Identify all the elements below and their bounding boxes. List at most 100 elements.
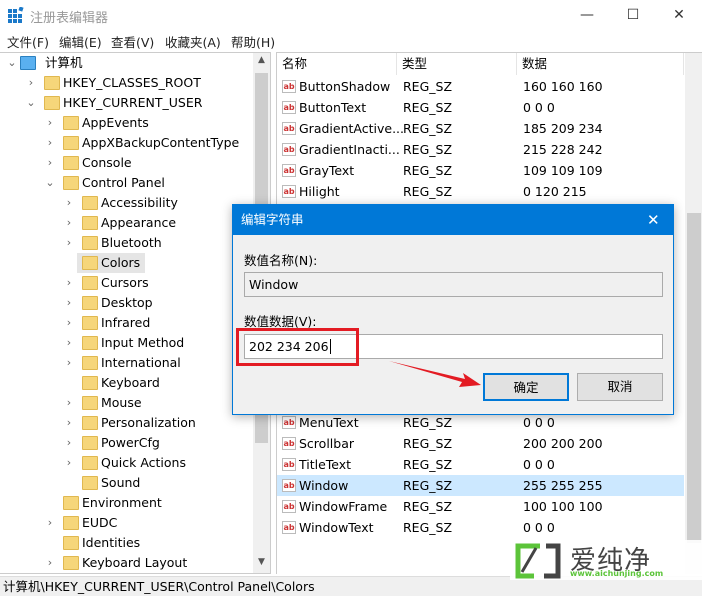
tree-item[interactable]: › PowerCfg	[0, 433, 252, 453]
cancel-button[interactable]: 取消	[577, 373, 663, 401]
folder-icon	[82, 396, 98, 410]
tree-item[interactable]: Keyboard	[0, 373, 252, 393]
menu-favorites[interactable]: 收藏夹(A)	[165, 32, 221, 51]
chevron-right-icon[interactable]: ›	[45, 113, 55, 133]
menu-edit[interactable]: 编辑(E)	[59, 32, 102, 51]
tree-item[interactable]: › International	[0, 353, 252, 373]
column-header-name[interactable]: 名称	[277, 53, 397, 75]
value-name: Window	[299, 478, 349, 493]
folder-icon	[63, 156, 79, 170]
chevron-right-icon[interactable]: ›	[64, 293, 74, 313]
ok-button[interactable]: 确定	[483, 373, 569, 401]
tree-item[interactable]: › Personalization	[0, 413, 252, 433]
edit-string-dialog: 编辑字符串 ✕ 数值名称(N): Window 数值数据(V): 202 234…	[232, 204, 674, 415]
chevron-right-icon[interactable]: ›	[64, 213, 74, 233]
value-row[interactable]: ab ButtonText REG_SZ 0 0 0	[277, 97, 684, 118]
tree-item[interactable]: › Accessibility	[0, 193, 252, 213]
value-row[interactable]: ab WindowFrame REG_SZ 100 100 100	[277, 496, 684, 517]
title-bar: 注册表编辑器 — ☐ ✕	[0, 0, 702, 30]
value-name: ButtonShadow	[299, 79, 391, 94]
column-header-data[interactable]: 数据	[517, 53, 684, 75]
maximize-button[interactable]: ☐	[610, 0, 656, 30]
menu-help[interactable]: 帮助(H)	[231, 32, 275, 51]
tree-item[interactable]: › Desktop	[0, 293, 252, 313]
folder-icon	[82, 336, 98, 350]
folder-icon	[63, 516, 79, 530]
tree-item[interactable]: › Keyboard Layout	[0, 553, 252, 573]
value-type: REG_SZ	[403, 184, 453, 199]
tree-item-label: EUDC	[82, 515, 118, 530]
tree-item[interactable]: ⌄ 计算机	[0, 53, 252, 73]
value-row[interactable]: ab Scrollbar REG_SZ 200 200 200	[277, 433, 684, 454]
tree-item-label: Quick Actions	[101, 455, 186, 470]
folder-icon	[82, 256, 98, 270]
value-row[interactable]: ab TitleText REG_SZ 0 0 0	[277, 454, 684, 475]
tree-item-label: Accessibility	[101, 195, 178, 210]
tree-item[interactable]: › Infrared	[0, 313, 252, 333]
chevron-right-icon[interactable]: ›	[45, 553, 55, 573]
value-row[interactable]: ab MenuText REG_SZ 0 0 0	[277, 412, 684, 433]
value-row[interactable]: ab Hilight REG_SZ 0 120 215	[277, 181, 684, 202]
chevron-right-icon[interactable]: ›	[26, 73, 36, 93]
tree-item[interactable]: Sound	[0, 473, 252, 493]
close-button[interactable]: ✕	[656, 0, 702, 30]
chevron-right-icon[interactable]: ›	[64, 433, 74, 453]
chevron-right-icon[interactable]: ›	[64, 393, 74, 413]
tree-item[interactable]: › Appearance	[0, 213, 252, 233]
tree-item[interactable]: › Console	[0, 153, 252, 173]
value-row[interactable]: ab GradientInacti... REG_SZ 215 228 242	[277, 139, 684, 160]
tree-item[interactable]: › AppXBackupContentType	[0, 133, 252, 153]
chevron-right-icon[interactable]: ›	[64, 453, 74, 473]
tree-item[interactable]: › HKEY_CLASSES_ROOT	[0, 73, 252, 93]
chevron-down-icon[interactable]: ⌄	[7, 53, 17, 73]
chevron-right-icon[interactable]: ›	[64, 193, 74, 213]
chevron-down-icon[interactable]: ⌄	[45, 173, 55, 193]
value-row[interactable]: ab GrayText REG_SZ 109 109 109	[277, 160, 684, 181]
list-scrollbar[interactable]	[685, 53, 702, 574]
tree-item[interactable]: Colors	[77, 253, 145, 273]
chevron-right-icon[interactable]: ›	[45, 133, 55, 153]
chevron-right-icon[interactable]: ›	[64, 353, 74, 373]
value-row[interactable]: ab GradientActive... REG_SZ 185 209 234	[277, 118, 684, 139]
tree-item[interactable]: ⌄ Control Panel	[0, 173, 252, 193]
tree-item[interactable]: ⌄ HKEY_CURRENT_USER	[0, 93, 252, 113]
tree-item[interactable]: › Mouse	[0, 393, 252, 413]
chevron-right-icon[interactable]: ›	[45, 153, 55, 173]
tree-item[interactable]: › AppEvents	[0, 113, 252, 133]
minimize-button[interactable]: —	[564, 0, 610, 30]
chevron-right-icon[interactable]: ›	[64, 233, 74, 253]
scroll-up-icon[interactable]: ▲	[253, 55, 270, 65]
tree-item[interactable]: › Bluetooth	[0, 233, 252, 253]
chevron-right-icon[interactable]: ›	[64, 413, 74, 433]
tree-item[interactable]: Identities	[0, 533, 252, 553]
tree-item[interactable]: › Quick Actions	[0, 453, 252, 473]
tree-item[interactable]: › EUDC	[0, 513, 252, 533]
value-name: TitleText	[299, 457, 352, 472]
scroll-down-icon[interactable]: ▼	[253, 557, 270, 567]
folder-icon	[63, 176, 79, 190]
scrollbar-thumb[interactable]	[687, 213, 701, 543]
tree-item[interactable]: Environment	[0, 493, 252, 513]
value-row[interactable]: ab ButtonShadow REG_SZ 160 160 160	[277, 76, 684, 97]
menu-file[interactable]: 文件(F)	[7, 32, 49, 51]
tree-item-label: Mouse	[101, 395, 142, 410]
folder-icon	[63, 136, 79, 150]
menu-view[interactable]: 查看(V)	[111, 32, 154, 51]
dialog-close-icon[interactable]: ✕	[647, 205, 660, 235]
value-data: 0 0 0	[523, 520, 555, 535]
chevron-down-icon[interactable]: ⌄	[26, 93, 36, 113]
value-name-field[interactable]: Window	[244, 272, 663, 297]
chevron-right-icon[interactable]: ›	[64, 273, 74, 293]
tree-item[interactable]: › Input Method	[0, 333, 252, 353]
column-header-type[interactable]: 类型	[397, 53, 517, 75]
chevron-right-icon[interactable]: ›	[45, 513, 55, 533]
string-value-icon: ab	[282, 122, 296, 135]
value-row[interactable]: ab Window REG_SZ 255 255 255	[277, 475, 684, 496]
chevron-right-icon[interactable]: ›	[64, 313, 74, 333]
value-name: Scrollbar	[299, 436, 354, 451]
value-data: 0 0 0	[523, 415, 555, 430]
chevron-right-icon[interactable]: ›	[64, 333, 74, 353]
string-value-icon: ab	[282, 101, 296, 114]
value-row[interactable]: ab WindowText REG_SZ 0 0 0	[277, 517, 684, 538]
tree-item[interactable]: › Cursors	[0, 273, 252, 293]
